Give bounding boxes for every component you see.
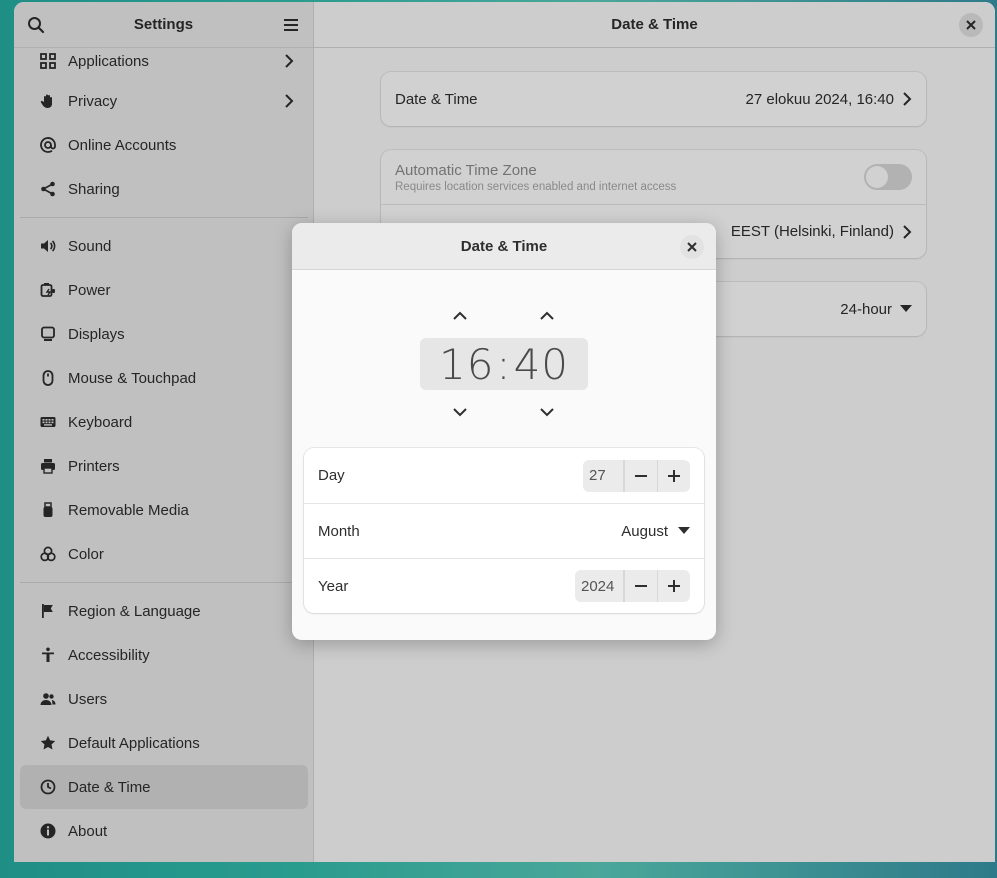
date-fields: Day 27 Month August Year 2024	[304, 448, 704, 613]
day-input[interactable]: 27	[583, 459, 624, 492]
month-label: Month	[318, 522, 360, 540]
year-input[interactable]: 2024	[575, 570, 624, 602]
chevron-up-icon	[540, 311, 554, 320]
minute-decrement-button[interactable]	[532, 400, 562, 424]
hour-increment-button[interactable]	[445, 303, 475, 327]
hour-field[interactable]: 16	[439, 340, 494, 389]
minute-field[interactable]: 40	[514, 340, 569, 389]
plus-icon	[668, 469, 680, 482]
hour-decrement-button[interactable]	[445, 400, 475, 424]
day-spinbox: 27	[583, 459, 690, 492]
year-label: Year	[318, 577, 349, 595]
chevron-down-icon	[453, 407, 467, 416]
month-dropdown[interactable]: August	[621, 523, 690, 540]
minus-icon	[635, 474, 647, 477]
year-decrement-button[interactable]	[624, 570, 657, 602]
time-separator: :	[496, 339, 512, 389]
minus-icon	[635, 585, 647, 587]
dialog-header: Date & Time	[292, 223, 716, 270]
day-label: Day	[318, 467, 345, 484]
date-time-dialog: Date & Time 16:40 Day 27 Month August Ye…	[292, 223, 716, 640]
month-row: Month August	[304, 503, 704, 558]
month-value: August	[621, 522, 668, 540]
year-spinbox: 2024	[575, 570, 690, 602]
day-increment-button[interactable]	[657, 459, 690, 492]
chevron-down-icon	[540, 407, 554, 416]
year-row: Year 2024	[304, 558, 704, 613]
day-row: Day 27	[304, 448, 704, 503]
year-increment-button[interactable]	[657, 570, 690, 602]
dropdown-arrow-icon	[678, 527, 690, 534]
plus-icon	[668, 580, 680, 592]
chevron-up-icon	[453, 311, 467, 320]
minute-increment-button[interactable]	[532, 303, 562, 327]
dialog-title: Date & Time	[460, 237, 548, 255]
day-decrement-button[interactable]	[624, 459, 657, 492]
close-icon	[687, 242, 697, 252]
dialog-close-button[interactable]	[680, 235, 704, 259]
time-display: 16:40	[420, 338, 588, 390]
